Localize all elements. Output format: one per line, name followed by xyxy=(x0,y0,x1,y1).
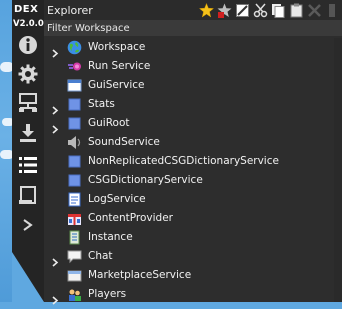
expand-arrow-icon[interactable] xyxy=(51,119,59,134)
tree-item-label: Players xyxy=(88,288,127,300)
dex-title: DEX xyxy=(14,4,39,15)
tree-item[interactable]: Stats xyxy=(44,95,334,115)
blue-square-icon xyxy=(67,154,82,169)
info-button[interactable] xyxy=(12,32,44,58)
tree-item-label: Instance xyxy=(88,231,133,243)
tree-item-label: GuiRoot xyxy=(88,117,130,129)
tree-item[interactable]: LogService xyxy=(44,190,334,209)
log-icon xyxy=(67,192,82,207)
terminal-prompt-icon xyxy=(23,219,33,231)
tree-item[interactable]: Instance xyxy=(44,228,334,247)
expand-arrow-icon[interactable] xyxy=(51,252,59,267)
filter-input[interactable] xyxy=(44,20,342,36)
dex-side-rail: DEX V2.0.0 xyxy=(12,0,44,302)
download-icon xyxy=(20,124,36,142)
run-service-icon xyxy=(67,59,82,74)
tree-item-label: ContentProvider xyxy=(88,212,173,224)
tree-item[interactable]: MarketplaceService xyxy=(44,266,334,285)
script-icon xyxy=(67,230,82,245)
explorer-toolbar xyxy=(198,2,340,18)
window-icon xyxy=(67,78,82,93)
tree-item[interactable]: Workspace xyxy=(44,38,334,58)
remote-spy-button[interactable] xyxy=(12,90,44,116)
tree-scrollbar[interactable] xyxy=(334,38,342,302)
marketplace-icon xyxy=(67,268,82,283)
speaker-icon xyxy=(67,135,82,150)
players-icon xyxy=(67,287,82,302)
expand-arrow-icon[interactable] xyxy=(51,290,59,305)
blue-square-icon xyxy=(67,116,82,131)
cut-icon[interactable] xyxy=(252,2,268,18)
tree-item[interactable]: CSGDictionaryService xyxy=(44,171,334,190)
edit-icon[interactable] xyxy=(234,2,250,18)
star-faded-icon[interactable] xyxy=(216,2,232,18)
tree-item[interactable]: Players xyxy=(44,285,334,305)
tree-item-label: Workspace xyxy=(88,41,146,53)
explorer-header: Explorer xyxy=(44,0,342,20)
copy-icon[interactable] xyxy=(270,2,286,18)
gift-icon xyxy=(67,211,82,226)
paste-icon[interactable] xyxy=(288,2,304,18)
tree-item[interactable]: GuiRoot xyxy=(44,114,334,134)
explorer-title: Explorer xyxy=(47,4,93,17)
expand-arrow-icon[interactable] xyxy=(51,100,59,115)
tree-item[interactable]: NonReplicatedCSGDictionaryService xyxy=(44,152,334,171)
gear-icon xyxy=(18,64,38,84)
expand-arrow-icon[interactable] xyxy=(51,43,59,58)
notes-button[interactable] xyxy=(12,182,44,208)
tree-item-label: SoundService xyxy=(88,136,160,148)
tree-item-label: CSGDictionaryService xyxy=(88,174,203,186)
globe-icon xyxy=(67,40,82,55)
tree-item[interactable]: Chat xyxy=(44,247,334,267)
tree-item-label: Chat xyxy=(88,250,113,262)
save-instance-button[interactable] xyxy=(12,120,44,146)
settings-button[interactable] xyxy=(12,61,44,87)
explorer-button[interactable] xyxy=(12,152,44,178)
tree-item[interactable]: Run Service xyxy=(44,57,334,76)
notepad-icon xyxy=(19,186,36,204)
dex-version: V2.0.0 xyxy=(13,19,44,29)
info-icon xyxy=(19,36,37,54)
tree-item[interactable]: SoundService xyxy=(44,133,334,152)
delete-icon[interactable] xyxy=(306,2,322,18)
tree-item-label: Run Service xyxy=(88,60,151,72)
more-icon[interactable] xyxy=(324,2,340,18)
tree-item[interactable]: GuiService xyxy=(44,76,334,95)
tree-item-label: LogService xyxy=(88,193,146,205)
tree-item[interactable]: ContentProvider xyxy=(44,209,334,228)
blue-square-icon xyxy=(67,173,82,188)
explorer-tree: Workspace Run Service GuiService Stats GuiRo… xyxy=(44,38,334,305)
network-icon xyxy=(19,93,37,112)
chat-bubble-icon xyxy=(67,249,82,264)
list-icon xyxy=(19,157,37,173)
tree-item-label: MarketplaceService xyxy=(88,269,192,281)
tree-item-label: GuiService xyxy=(88,79,145,91)
star-icon[interactable] xyxy=(198,2,214,18)
console-button[interactable] xyxy=(12,212,44,238)
tree-item-label: NonReplicatedCSGDictionaryService xyxy=(88,155,279,167)
blue-square-icon xyxy=(67,97,82,112)
explorer-panel: Explorer Filter Workspace Workspace Run … xyxy=(44,0,342,305)
tree-item-label: Stats xyxy=(88,98,115,110)
